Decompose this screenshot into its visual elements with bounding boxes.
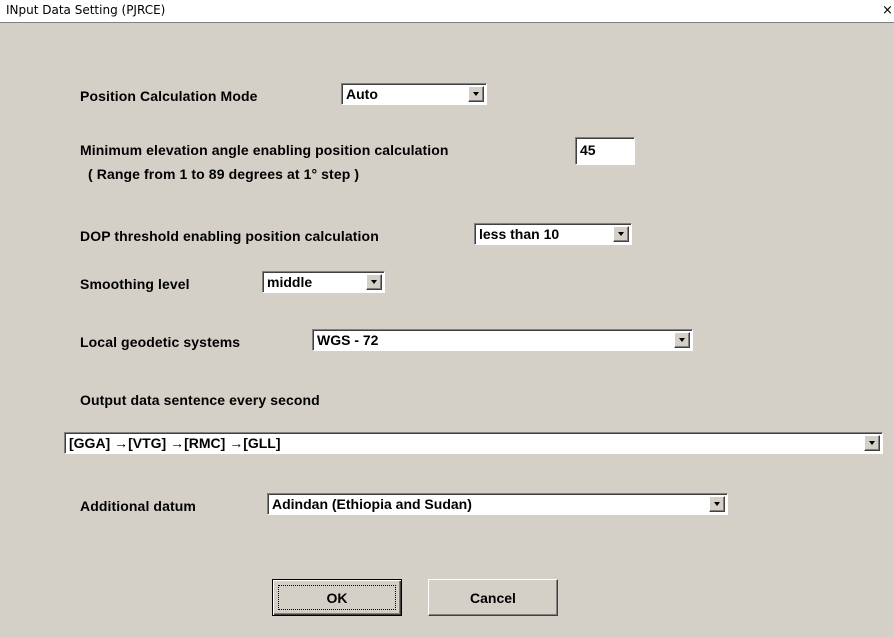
geodetic-select[interactable]: WGS - 72	[312, 329, 693, 351]
output-sentence-label: Output data sentence every second	[80, 392, 320, 408]
smoothing-label: Smoothing level	[80, 276, 190, 292]
dop-threshold-label: DOP threshold enabling position calculat…	[80, 228, 379, 244]
position-mode-value: Auto	[346, 86, 378, 102]
title-bar: INput Data Setting (PJRCE) ×	[0, 0, 894, 23]
min-elevation-value: 45	[580, 142, 596, 158]
chevron-down-icon[interactable]	[709, 496, 725, 512]
additional-datum-value: Adindan (Ethiopia and Sudan)	[272, 496, 472, 512]
chevron-down-icon[interactable]	[674, 332, 690, 348]
additional-datum-label: Additional datum	[80, 498, 196, 514]
min-elevation-input[interactable]: 45	[575, 137, 635, 165]
dop-threshold-select[interactable]: less than 10	[474, 223, 632, 245]
cancel-button-label: Cancel	[470, 589, 516, 606]
chevron-down-icon[interactable]	[366, 274, 382, 290]
output-sentence-value: [GGA] →[VTG] →[RMC] →[GLL]	[69, 435, 281, 451]
focus-rectangle	[278, 585, 396, 610]
min-elevation-hint: ( Range from 1 to 89 degrees at 1° step …	[88, 166, 360, 182]
ok-button[interactable]: OK	[272, 579, 402, 616]
additional-datum-select[interactable]: Adindan (Ethiopia and Sudan)	[267, 493, 728, 515]
position-mode-select[interactable]: Auto	[341, 83, 487, 105]
smoothing-select[interactable]: middle	[262, 271, 385, 293]
geodetic-value: WGS - 72	[317, 332, 379, 348]
chevron-down-icon[interactable]	[468, 86, 484, 102]
chevron-down-icon[interactable]	[613, 226, 629, 242]
geodetic-label: Local geodetic systems	[80, 334, 241, 350]
min-elevation-label: Minimum elevation angle enabling positio…	[80, 142, 449, 158]
chevron-down-icon[interactable]	[864, 435, 880, 451]
window-title: INput Data Setting (PJRCE)	[6, 3, 166, 17]
cancel-button[interactable]: Cancel	[428, 579, 558, 616]
position-mode-label: Position Calculation Mode	[80, 88, 258, 104]
close-icon[interactable]: ×	[881, 3, 894, 19]
output-sentence-select[interactable]: [GGA] →[VTG] →[RMC] →[GLL]	[64, 432, 883, 454]
smoothing-value: middle	[267, 274, 313, 290]
dop-threshold-value: less than 10	[479, 226, 560, 242]
